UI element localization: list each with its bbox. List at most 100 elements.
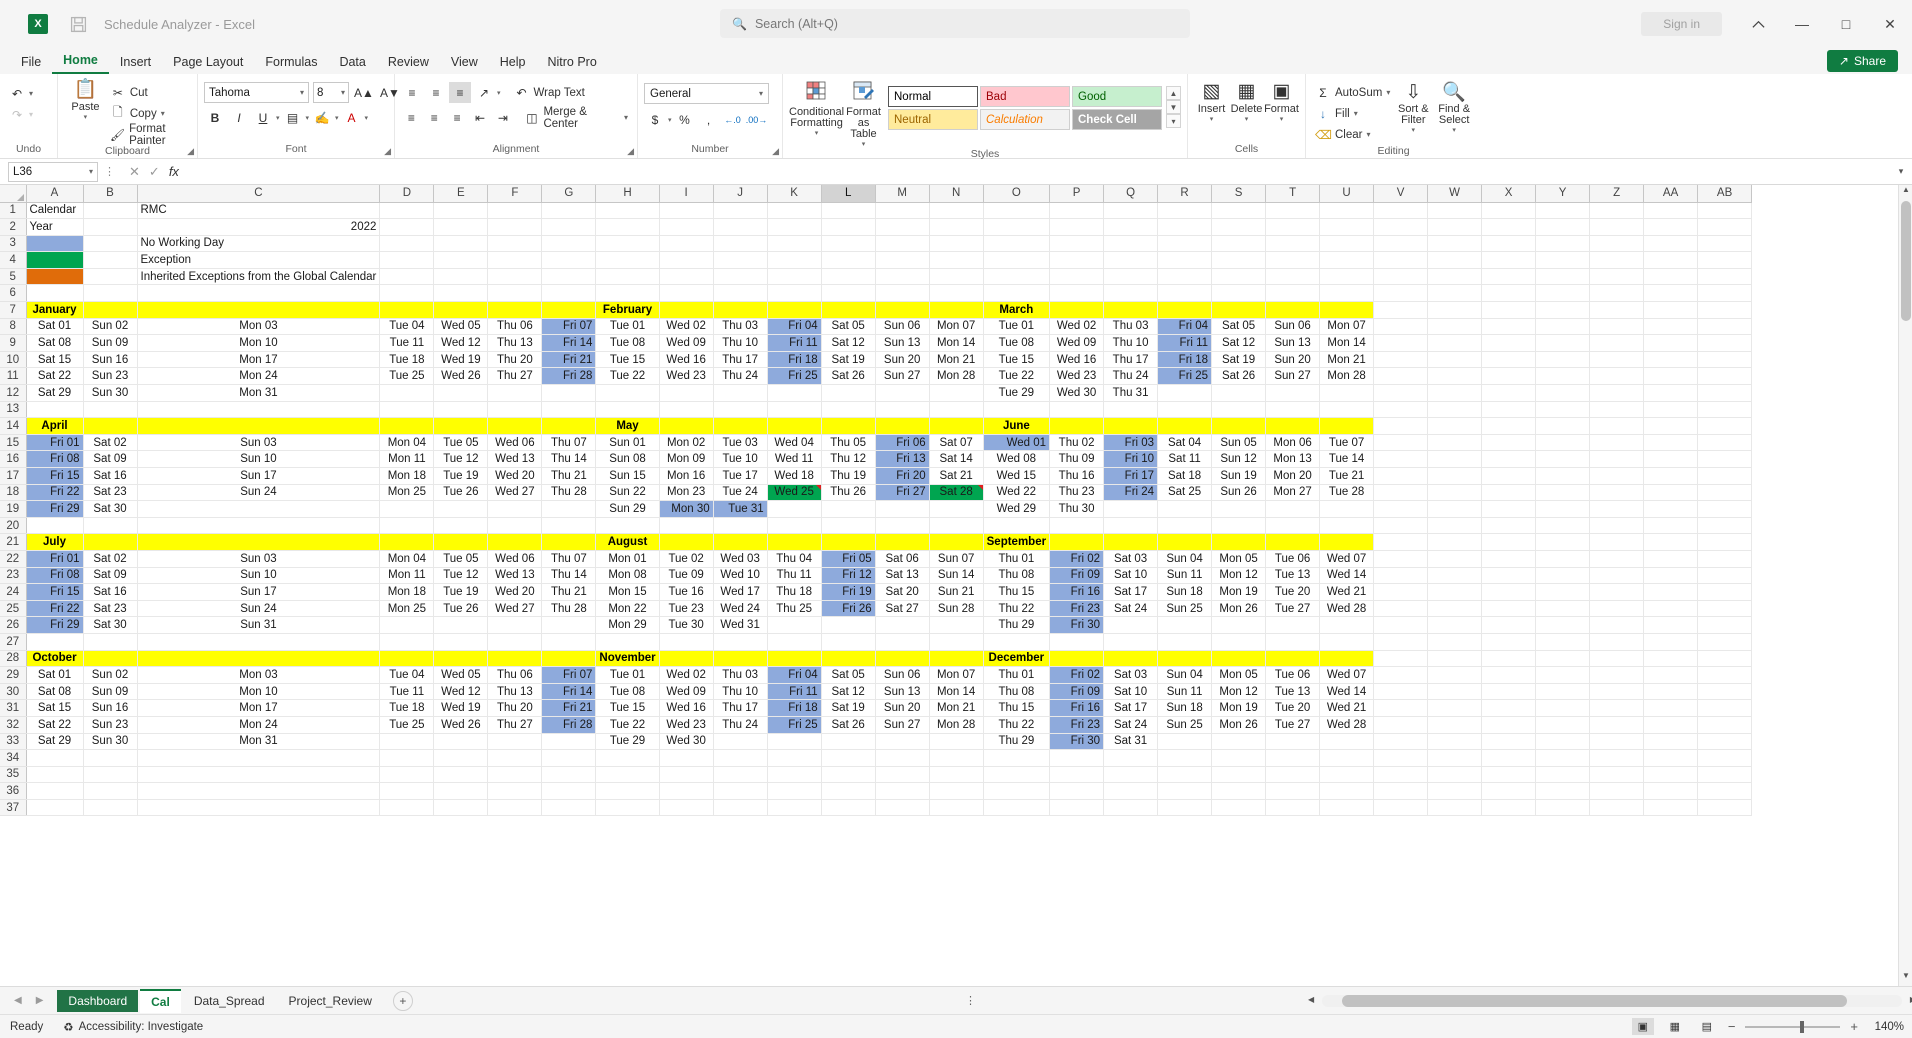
cell-O16[interactable]: Wed 08 [983,451,1049,468]
cell-T10[interactable]: Sun 20 [1266,351,1320,368]
cell-empty-F37[interactable] [488,799,542,816]
cell-J9[interactable]: Thu 10 [713,335,767,352]
cell-empty-M14[interactable] [875,418,929,435]
cell-empty-N34[interactable] [929,750,983,767]
cell-empty-T19[interactable] [1266,501,1320,518]
cell-D10[interactable]: Tue 18 [380,351,434,368]
cell-empty-AB19[interactable] [1698,501,1752,518]
cell-T17[interactable]: Mon 20 [1266,468,1320,485]
cell-empty-Q26[interactable] [1104,617,1158,634]
cell-empty-W35[interactable] [1428,766,1482,783]
cell-empty-Z23[interactable] [1590,567,1644,584]
cell-empty-N28[interactable] [929,650,983,667]
cell-A19[interactable]: Fri 29 [26,501,83,518]
cell-R17[interactable]: Sat 18 [1158,468,1212,485]
cell-D30[interactable]: Tue 11 [380,683,434,700]
cell-empty-AA26[interactable] [1644,617,1698,634]
row-header-21[interactable]: 21 [0,534,26,551]
cell-empty-AB28[interactable] [1698,650,1752,667]
cell-empty-Y32[interactable] [1536,716,1590,733]
cell-G32[interactable]: Fri 28 [542,716,596,733]
cell-empty-I5[interactable] [659,268,713,285]
scroll-down-icon[interactable]: ▼ [1899,971,1912,986]
more-options-icon[interactable]: ⋮ [965,994,976,1007]
cell-C3[interactable]: No Working Day [137,235,380,252]
cell-K29[interactable]: Fri 04 [767,667,821,684]
cell-empty-R34[interactable] [1158,750,1212,767]
cell-D29[interactable]: Tue 04 [380,667,434,684]
minimize-icon[interactable]: — [1780,4,1824,44]
cell-empty-J28[interactable] [713,650,767,667]
cell-empty-D12[interactable] [380,385,434,402]
cell-empty-D7[interactable] [380,302,434,319]
cell-empty-A35[interactable] [26,766,83,783]
cell-empty-X35[interactable] [1482,766,1536,783]
cell-L31[interactable]: Sat 19 [821,700,875,717]
cell-Q9[interactable]: Thu 10 [1104,335,1158,352]
cell-E23[interactable]: Tue 12 [434,567,488,584]
cell-empty-AA28[interactable] [1644,650,1698,667]
cell-T9[interactable]: Sun 13 [1266,335,1320,352]
cell-A18[interactable]: Fri 22 [26,484,83,501]
decrease-indent-icon[interactable]: ⇤ [470,107,491,128]
cell-empty-F12[interactable] [488,385,542,402]
cell-empty-B14[interactable] [83,418,137,435]
cell-empty-E4[interactable] [434,252,488,269]
cell-N22[interactable]: Sun 07 [929,550,983,567]
cell-L17[interactable]: Thu 19 [821,468,875,485]
cell-empty-V25[interactable] [1374,600,1428,617]
cell-D15[interactable]: Mon 04 [380,434,434,451]
cell-empty-U14[interactable] [1320,418,1374,435]
cell-F29[interactable]: Thu 06 [488,667,542,684]
cell-B22[interactable]: Sat 02 [83,550,137,567]
cell-empty-I12[interactable] [659,385,713,402]
cell-C29[interactable]: Mon 03 [137,667,380,684]
cell-I33[interactable]: Wed 30 [659,733,713,750]
cell-empty-W12[interactable] [1428,385,1482,402]
cell-empty-S14[interactable] [1212,418,1266,435]
cell-U25[interactable]: Wed 28 [1320,600,1374,617]
cell-empty-X25[interactable] [1482,600,1536,617]
cell-U8[interactable]: Mon 07 [1320,318,1374,335]
cell-K18[interactable]: Wed 25 [767,484,821,501]
alignment-dialog-launcher[interactable]: ◢ [627,146,634,157]
cell-empty-A36[interactable] [26,783,83,800]
cell-E11[interactable]: Wed 26 [434,368,488,385]
cell-empty-AA7[interactable] [1644,302,1698,319]
increase-font-size-icon[interactable]: A▲ [353,82,375,103]
cell-empty-R26[interactable] [1158,617,1212,634]
cell-L11[interactable]: Sat 26 [821,368,875,385]
cell-Q17[interactable]: Fri 17 [1104,468,1158,485]
currency-icon[interactable]: $ [644,109,666,130]
cell-L30[interactable]: Sat 12 [821,683,875,700]
cell-empty-S13[interactable] [1212,401,1266,418]
cell-empty-Q6[interactable] [1104,285,1158,302]
cell-L15[interactable]: Thu 05 [821,434,875,451]
cell-empty-B6[interactable] [83,285,137,302]
cell-C31[interactable]: Mon 17 [137,700,380,717]
cell-P8[interactable]: Wed 02 [1050,318,1104,335]
cell-empty-S6[interactable] [1212,285,1266,302]
cell-empty-B20[interactable] [83,517,137,534]
cell-empty-AA15[interactable] [1644,434,1698,451]
cell-empty-AB12[interactable] [1698,385,1752,402]
cell-empty-V7[interactable] [1374,302,1428,319]
cell-empty-F6[interactable] [488,285,542,302]
cell-C22[interactable]: Sun 03 [137,550,380,567]
cell-L18[interactable]: Thu 26 [821,484,875,501]
cell-K16[interactable]: Wed 11 [767,451,821,468]
cell-J17[interactable]: Tue 17 [713,468,767,485]
cell-empty-X4[interactable] [1482,252,1536,269]
cell-empty-X20[interactable] [1482,517,1536,534]
cell-empty-S1[interactable] [1212,202,1266,219]
cell-empty-U19[interactable] [1320,501,1374,518]
cell-empty-P37[interactable] [1050,799,1104,816]
row-header-4[interactable]: 4 [0,252,26,269]
cell-style-neutral[interactable]: Neutral [888,109,978,130]
cell-empty-I28[interactable] [659,650,713,667]
cell-empty-H6[interactable] [596,285,659,302]
restore-icon[interactable]: □ [1824,4,1868,44]
cell-O28[interactable]: December [983,650,1049,667]
cell-H31[interactable]: Tue 15 [596,700,659,717]
cell-P24[interactable]: Fri 16 [1050,584,1104,601]
